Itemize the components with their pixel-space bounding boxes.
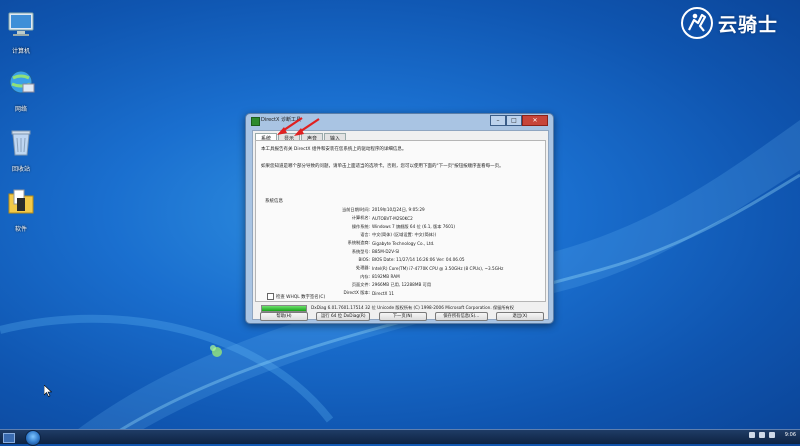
- intro-text-2: 如果您知道是哪个部分导致的问题，请单击上面适当的选项卡。否则，您可以使用下面的"…: [261, 164, 504, 169]
- recycle-bin-icon: [11, 130, 31, 156]
- info-row-computer-name: 计算机名: AUTOBVT-M2S0KC2: [256, 214, 545, 222]
- whql-checkbox-row[interactable]: 检查 WHQL 数字签名(C): [267, 293, 325, 300]
- info-value: 2966MB 已用, 12288MB 可用: [372, 281, 432, 287]
- brand-logo: 云骑士: [680, 6, 778, 40]
- desktop-icon-network[interactable]: 网络: [0, 66, 43, 113]
- progress-bar: [261, 305, 307, 312]
- window-title: DirectX 诊断工具: [261, 117, 301, 123]
- info-row-os: 操作系统: Windows 7 旗舰版 64 位 (6.1, 版本 7601): [256, 223, 545, 231]
- info-value: BIOS Date: 11/27/14 16:26:06 Ver: 04.06.…: [372, 257, 465, 263]
- info-value: Gigabyte Technology Co., Ltd.: [372, 240, 435, 246]
- intro-text-1: 本工具报告有关 DirectX 组件和安装在您系统上的驱动程序的详细信息。: [261, 147, 407, 152]
- info-row-manufacturer: 系统制造商: Gigabyte Technology Co., Ltd.: [256, 239, 545, 247]
- mouse-cursor-icon: [44, 385, 52, 397]
- brand-text: 云骑士: [717, 13, 778, 36]
- network-icon: [9, 70, 35, 94]
- desktop-icon-label: 软件: [14, 226, 27, 233]
- info-key: 系统制造商:: [347, 240, 370, 246]
- maximize-button[interactable]: □: [506, 115, 522, 126]
- info-value: AUTOBVT-M2S0KC2: [372, 215, 413, 221]
- system-info-table: 当前日期/时间: 2019年10月24日, 9:05:29 计算机名: AUTOBV…: [256, 206, 545, 297]
- exit-button[interactable]: 退出(X): [496, 312, 544, 321]
- tray-flag-icon[interactable]: [748, 432, 755, 438]
- taskbar: 9:06: [0, 429, 800, 446]
- system-info-heading: 系统信息: [265, 199, 283, 204]
- close-button[interactable]: ✕: [522, 115, 548, 126]
- dialog-button-bar: 帮助(H) 运行 64 位 DxDiag(R) 下一页(N) 保存所有信息(S)…: [260, 312, 544, 321]
- info-key: 语言:: [360, 232, 370, 238]
- info-key: BIOS:: [358, 257, 370, 263]
- info-value: 中文(简体) (区域设置: 中文(简体)): [372, 232, 437, 238]
- knight-emblem-icon: [680, 7, 713, 39]
- directx-diag-window[interactable]: DirectX 诊断工具 – □ ✕ 系统 显示 声音 输入 本工具报告有关 D…: [245, 113, 554, 324]
- save-all-info-button[interactable]: 保存所有信息(S)...: [434, 312, 488, 321]
- tray-network-icon[interactable]: [758, 432, 765, 438]
- info-row-language: 语言: 中文(简体) (区域设置: 中文(简体)): [256, 231, 545, 239]
- info-row-memory: 内存: 8192MB RAM: [256, 272, 545, 280]
- desktop-icon-computer[interactable]: 计算机: [0, 8, 43, 55]
- taskbar-clock[interactable]: 9:06: [785, 432, 796, 438]
- info-value: Intel(R) Core(TM) i7-4770K CPU @ 3.50GHz…: [372, 265, 504, 271]
- info-key: 当前日期/时间:: [342, 207, 370, 213]
- copyright-text: DxDiag 6.01.7601.17514 32 位 Unicode 版权所有…: [311, 305, 514, 310]
- dialog-client-area: 系统 显示 声音 输入 本工具报告有关 DirectX 组件和安装在您系统上的驱…: [252, 130, 549, 321]
- folder-icon: [8, 189, 34, 214]
- desktop-icon-label: 网络: [14, 106, 27, 113]
- start-button[interactable]: [25, 430, 41, 446]
- info-row-pagefile: 页面文件: 2966MB 已用, 12288MB 可用: [256, 281, 545, 289]
- info-key: 操作系统:: [351, 223, 370, 229]
- show-desktop-icon[interactable]: [3, 433, 15, 443]
- whql-checkbox-label: 检查 WHQL 数字签名(C): [276, 294, 326, 300]
- info-row-model: 系统型号: B85M-D2V-SI: [256, 247, 545, 255]
- info-key: 系统型号:: [351, 248, 370, 254]
- run-64bit-dxdiag-button[interactable]: 运行 64 位 DxDiag(R): [316, 312, 371, 321]
- desktop-icon-label: 计算机: [11, 48, 30, 55]
- computer-icon: [8, 12, 34, 36]
- info-value: Windows 7 旗舰版 64 位 (6.1, 版本 7601): [372, 223, 456, 229]
- directx-app-icon: [251, 117, 260, 126]
- tray-volume-icon[interactable]: [768, 432, 775, 438]
- info-value: 8192MB RAM: [372, 274, 400, 280]
- desktop-icon-recycle-bin[interactable]: 回收站: [0, 126, 43, 173]
- minimize-button[interactable]: –: [490, 115, 506, 126]
- info-value: B85M-D2V-SI: [372, 249, 400, 255]
- info-row-processor: 处理器: Intel(R) Core(TM) i7-4770K CPU @ 3.5…: [256, 264, 545, 272]
- whql-checkbox[interactable]: [267, 293, 274, 300]
- progress-bar-fill: [262, 306, 306, 311]
- info-key: 内存:: [360, 273, 370, 279]
- help-button[interactable]: 帮助(H): [260, 312, 308, 321]
- info-key: 计算机名:: [351, 215, 370, 221]
- system-tray: 9:06: [748, 432, 796, 438]
- info-key: 处理器:: [356, 265, 370, 271]
- info-row-datetime: 当前日期/时间: 2019年10月24日, 9:05:29: [256, 206, 545, 214]
- info-row-bios: BIOS: BIOS Date: 11/27/14 16:26:06 Ver: 0…: [256, 256, 545, 264]
- info-value: DirectX 11: [372, 290, 395, 296]
- window-titlebar[interactable]: DirectX 诊断工具 – □ ✕: [246, 114, 553, 127]
- system-tab-panel: 本工具报告有关 DirectX 组件和安装在您系统上的驱动程序的详细信息。 如果…: [255, 140, 546, 302]
- info-value: 2019年10月24日, 9:05:29: [372, 207, 425, 213]
- desktop-icon-label: 回收站: [11, 166, 30, 173]
- info-key: 页面文件:: [351, 281, 370, 287]
- next-page-button[interactable]: 下一页(N): [378, 312, 427, 321]
- desktop-icon-software[interactable]: 软件: [0, 186, 43, 233]
